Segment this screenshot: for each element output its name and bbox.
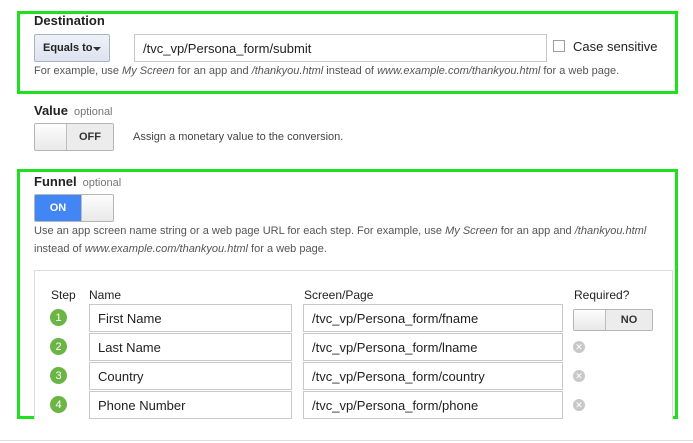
funnel-title: Funnel optional bbox=[34, 174, 122, 189]
close-circle-icon[interactable]: ✕ bbox=[573, 341, 585, 353]
step-screen-input[interactable] bbox=[303, 391, 563, 419]
close-circle-icon[interactable]: ✕ bbox=[573, 370, 585, 382]
required-toggle-state: NO bbox=[606, 310, 652, 330]
step-name-input[interactable] bbox=[89, 362, 292, 390]
funnel-optional-label: optional bbox=[82, 177, 122, 189]
value-description: Assign a monetary value to the conversio… bbox=[133, 131, 344, 143]
destination-hint: For example, use My Screen for an app an… bbox=[34, 65, 620, 77]
step-screen-input[interactable] bbox=[303, 362, 563, 390]
destination-input[interactable] bbox=[134, 34, 547, 62]
divider bbox=[0, 440, 693, 441]
step-name-input[interactable] bbox=[89, 391, 292, 419]
case-sensitive-label: Case sensitive bbox=[573, 39, 658, 54]
value-toggle-state: OFF bbox=[67, 124, 113, 150]
close-circle-icon[interactable]: ✕ bbox=[573, 399, 585, 411]
case-sensitive-checkbox[interactable] bbox=[553, 40, 565, 52]
step-number-badge: 1 bbox=[50, 309, 67, 326]
step-screen-input[interactable] bbox=[303, 333, 563, 361]
value-optional-label: optional bbox=[73, 106, 113, 118]
toggle-knob bbox=[81, 195, 113, 221]
funnel-hint-line1: Use an app screen name string or a web p… bbox=[34, 225, 647, 237]
value-toggle[interactable]: OFF bbox=[34, 123, 114, 151]
step-screen-input[interactable] bbox=[303, 304, 563, 332]
step-name-input[interactable] bbox=[89, 304, 292, 332]
header-required: Required? bbox=[574, 288, 630, 302]
funnel-toggle-state: ON bbox=[35, 195, 81, 221]
required-toggle[interactable]: NO bbox=[573, 309, 653, 331]
header-name: Name bbox=[89, 288, 122, 302]
funnel-toggle[interactable]: ON bbox=[34, 194, 114, 222]
match-type-label: Equals to bbox=[43, 42, 93, 54]
step-name-input[interactable] bbox=[89, 333, 292, 361]
toggle-knob bbox=[35, 124, 67, 150]
step-number-badge: 3 bbox=[50, 367, 67, 384]
toggle-knob bbox=[574, 310, 606, 330]
funnel-hint-line2: instead of www.example.com/thankyou.html… bbox=[34, 243, 327, 255]
header-step: Step bbox=[51, 288, 76, 302]
destination-title: Destination bbox=[34, 13, 105, 28]
chevron-down-icon bbox=[93, 47, 101, 51]
step-number-badge: 2 bbox=[50, 338, 67, 355]
step-number-badge: 4 bbox=[50, 396, 67, 413]
header-screen-page: Screen/Page bbox=[304, 288, 374, 302]
value-title: Value optional bbox=[34, 103, 113, 118]
match-type-dropdown[interactable]: Equals to bbox=[34, 34, 110, 62]
